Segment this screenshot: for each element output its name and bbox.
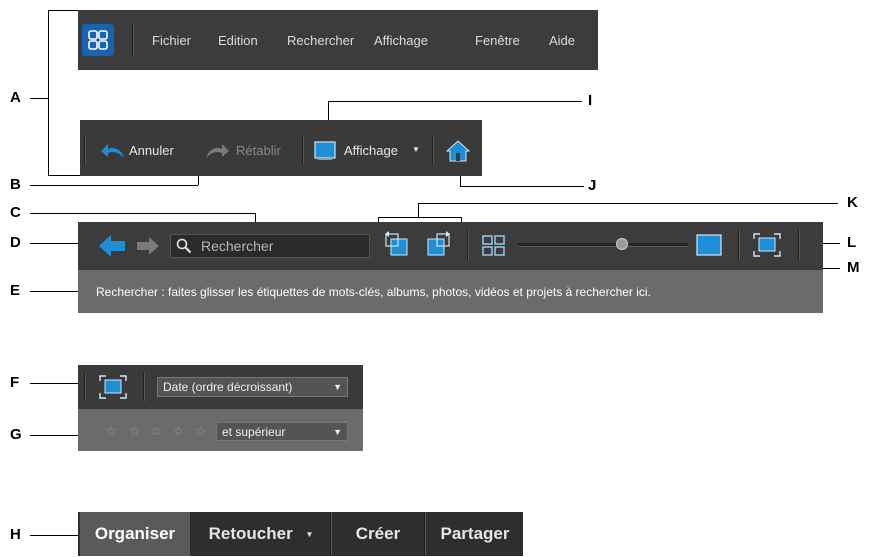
- menu-affichage[interactable]: Affichage: [374, 33, 428, 48]
- callout-letter-j: J: [588, 177, 597, 194]
- rotate-left-icon: [383, 231, 411, 263]
- tab-separator: [424, 512, 426, 556]
- toolbar-separator: [432, 136, 434, 164]
- monitor-icon: [314, 141, 336, 166]
- menu-edition[interactable]: Edition: [218, 33, 258, 48]
- app-logo-icon[interactable]: [82, 24, 114, 56]
- chevron-down-icon: ▼: [305, 529, 314, 539]
- callout-letter-i: I: [588, 92, 593, 109]
- undo-label: Annuler: [129, 143, 174, 158]
- callout-letter-f: F: [10, 374, 20, 391]
- fullscreen-icon: [98, 375, 128, 404]
- tab-partager-label: Partager: [440, 524, 510, 543]
- rotate-left-button[interactable]: [383, 231, 411, 259]
- tab-creer-label: Créer: [355, 524, 401, 543]
- star-rating-3[interactable]: ☆: [151, 424, 162, 438]
- toolbar-separator: [84, 136, 86, 164]
- callout-letter-g: G: [10, 426, 22, 443]
- rotate-right-icon: [424, 231, 452, 263]
- search-hint-text: Rechercher : faites glisser les étiquett…: [96, 285, 651, 299]
- callout-line-i: [328, 101, 582, 102]
- toolbar-separator: [798, 230, 800, 260]
- callout-line-h: [30, 535, 78, 536]
- undo-icon: [100, 142, 126, 165]
- star-rating-5[interactable]: ☆: [195, 424, 206, 438]
- callout-letter-e: E: [10, 282, 21, 299]
- menu-rechercher[interactable]: Rechercher: [287, 33, 354, 48]
- fullscreen-button[interactable]: [752, 232, 782, 258]
- callout-line-a-top: [48, 10, 78, 11]
- callout-line-k-bracket: [378, 217, 462, 218]
- arrow-left-icon: [98, 235, 126, 262]
- callout-line-b: [30, 185, 198, 186]
- tab-separator: [330, 512, 332, 556]
- tab-organiser[interactable]: Organiser: [80, 512, 190, 556]
- tab-retoucher-label: Retoucher: [208, 524, 293, 543]
- chevron-down-icon: ▼: [412, 145, 420, 154]
- home-button[interactable]: [444, 138, 472, 164]
- arrow-right-icon: [136, 237, 160, 260]
- rating-condition-value: et supérieur: [222, 425, 286, 439]
- callout-letter-a: A: [10, 89, 21, 106]
- callout-line-a-stub: [30, 98, 48, 99]
- undo-button[interactable]: Annuler: [96, 138, 188, 164]
- chevron-down-icon: ▼: [333, 427, 342, 437]
- callout-line-j: [460, 186, 584, 187]
- search-placeholder: Rechercher: [201, 238, 274, 254]
- callout-letter-l: L: [847, 234, 857, 251]
- menu-fichier[interactable]: Fichier: [152, 33, 191, 48]
- search-icon: [176, 238, 192, 259]
- menu-separator: [132, 24, 134, 56]
- chevron-down-icon: ▼: [333, 382, 342, 392]
- toolbar-separator: [143, 373, 145, 401]
- callout-line-k: [418, 203, 838, 204]
- redo-icon: [204, 142, 230, 165]
- callout-line-c: [30, 213, 255, 214]
- thumbnail-size-slider-track[interactable]: [518, 243, 688, 247]
- tab-retoucher[interactable]: Retoucher ▼: [194, 512, 328, 556]
- menu-aide[interactable]: Aide: [549, 33, 575, 48]
- callout-line-a-bottom: [48, 175, 80, 176]
- grid-view-button[interactable]: [482, 235, 506, 257]
- tab-creer[interactable]: Créer: [334, 512, 422, 556]
- callout-line-a-vert: [48, 10, 49, 175]
- callout-letter-m: M: [847, 259, 860, 276]
- view-label: Affichage: [344, 143, 398, 158]
- star-rating-4[interactable]: ☆: [173, 424, 184, 438]
- forward-button[interactable]: [136, 236, 160, 258]
- single-photo-icon: [696, 234, 722, 260]
- redo-label: Rétablir: [236, 143, 281, 158]
- fullscreen-icon: [752, 233, 782, 262]
- menu-fenetre[interactable]: Fenêtre: [475, 33, 520, 48]
- thumbnail-size-slider-handle[interactable]: [616, 238, 628, 250]
- callout-line-k-vert: [418, 203, 419, 217]
- toolbar-separator: [467, 230, 469, 260]
- tab-organiser-label: Organiser: [94, 524, 176, 543]
- callout-letter-b: B: [10, 176, 21, 193]
- callout-letter-c: C: [10, 204, 21, 221]
- home-icon: [445, 140, 471, 167]
- star-rating-1[interactable]: ☆: [106, 424, 117, 438]
- callout-letter-h: H: [10, 526, 21, 543]
- callout-letter-k: K: [847, 194, 858, 211]
- search-input[interactable]: Rechercher: [170, 234, 370, 258]
- rotate-right-button[interactable]: [424, 231, 452, 259]
- grid-icon: [482, 235, 506, 261]
- star-rating-2[interactable]: ☆: [129, 424, 140, 438]
- toolbar-separator: [84, 373, 86, 401]
- callout-letter-d: D: [10, 234, 21, 251]
- sort-order-dropdown[interactable]: Date (ordre décroissant) ▼: [157, 377, 348, 397]
- sort-order-value: Date (ordre décroissant): [163, 380, 293, 394]
- back-button[interactable]: [98, 234, 128, 258]
- fullscreen-button[interactable]: [98, 374, 128, 400]
- rating-condition-dropdown[interactable]: et supérieur ▼: [216, 422, 348, 441]
- toolbar-separator: [738, 230, 740, 260]
- tab-partager[interactable]: Partager: [428, 512, 522, 556]
- redo-button[interactable]: Rétablir: [204, 138, 296, 164]
- toolbar-separator: [302, 136, 304, 164]
- single-photo-view-button[interactable]: [696, 234, 722, 256]
- view-button[interactable]: Affichage ▼: [312, 138, 424, 164]
